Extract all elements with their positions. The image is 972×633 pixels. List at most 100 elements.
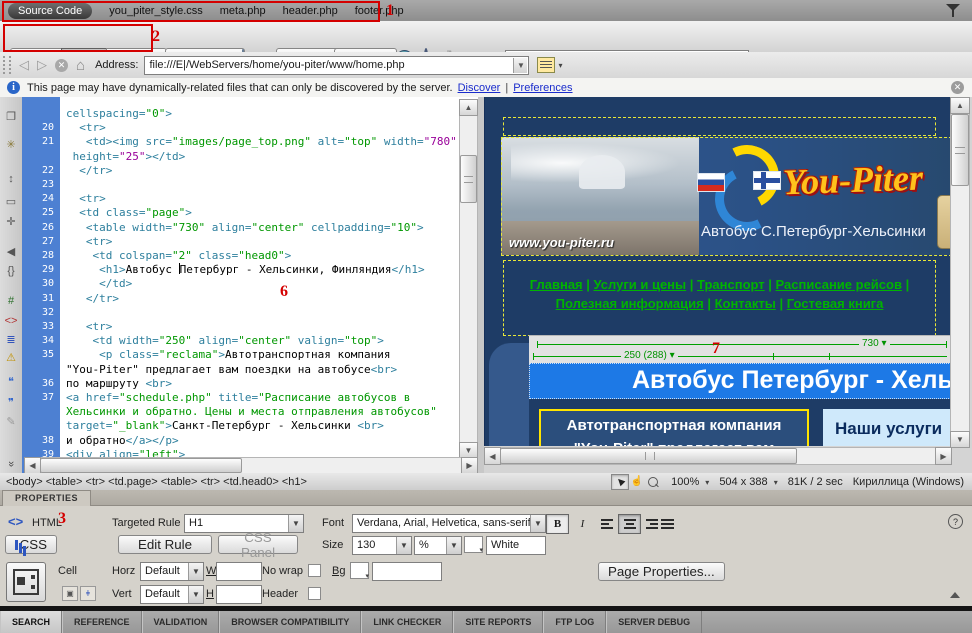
bold-button[interactable]: B xyxy=(546,514,569,534)
nav-link[interactable]: Гостевая книга xyxy=(787,296,884,311)
collapse-panel-icon[interactable] xyxy=(950,592,960,598)
tag-selector[interactable]: <body> <table> <tr> <td.page> <table> <t… xyxy=(6,476,307,488)
code-scrollbar-thumb[interactable] xyxy=(460,155,477,203)
code-line[interactable]: 26 <table width="730" align="center" cel… xyxy=(22,221,472,235)
size-select[interactable]: 130▼ xyxy=(352,536,412,555)
syntax-error-alerts-icon[interactable]: <> xyxy=(0,315,22,327)
edit-rule-button[interactable]: Edit Rule xyxy=(118,535,212,554)
close-info-bar-icon[interactable]: ✕ xyxy=(951,81,964,94)
page-heading-banner[interactable]: Автобус Петербург - Хельсинки xyxy=(529,363,951,399)
discover-link[interactable]: Discover xyxy=(458,82,501,94)
nav-link[interactable]: Полезная информация xyxy=(556,296,704,311)
design-scroll-up-icon[interactable]: ▲ xyxy=(950,97,970,114)
design-canvas[interactable]: You-Piter Автобус С.Петербург-Хельсинки … xyxy=(484,97,951,446)
bg-color-swatch[interactable] xyxy=(350,562,369,579)
balance-braces-icon[interactable]: {} xyxy=(0,265,22,277)
tag-selector-item[interactable]: <body> xyxy=(6,476,43,488)
code-line[interactable]: 32 xyxy=(22,306,472,320)
code-line[interactable]: height="25"></td> xyxy=(22,150,472,164)
code-line[interactable]: 25 <td class="page"> xyxy=(22,206,472,220)
code-line[interactable]: 30 </td> xyxy=(22,277,472,291)
code-line[interactable]: 36по маршруту <br> xyxy=(22,377,472,391)
expand-all-icon[interactable]: ✛ xyxy=(0,215,22,228)
font-select[interactable]: Verdana, Arial, Helvetica, sans-serif▼ xyxy=(352,514,546,533)
home-icon[interactable]: ⌂ xyxy=(76,57,85,74)
tag-selector-item[interactable]: <table> xyxy=(43,476,83,488)
page-properties-button[interactable]: Page Properties... xyxy=(598,562,725,581)
nav-link[interactable]: Контакты xyxy=(715,296,776,311)
auto-indent-icon[interactable]: ≣ xyxy=(0,333,22,346)
code-line[interactable]: 35 <p class="reclama">Автотранспортная к… xyxy=(22,348,472,362)
css-mode-button[interactable]: CSS xyxy=(5,535,57,554)
code-hscrollbar-thumb[interactable] xyxy=(40,458,242,473)
no-wrap-checkbox[interactable] xyxy=(308,564,321,577)
merge-cells-icon[interactable]: ▣ xyxy=(62,586,78,601)
view-options-icon[interactable] xyxy=(537,57,555,73)
tag-selector-item[interactable]: <tr> xyxy=(197,476,220,488)
address-input[interactable]: file:///E|/WebServers/home/you-piter/www… xyxy=(144,56,529,75)
select-parent-tag-icon[interactable]: ◀ xyxy=(0,245,22,258)
forward-icon[interactable]: ▷ xyxy=(37,57,47,73)
related-file-tab[interactable]: footer.php xyxy=(355,5,404,17)
results-tab-site-reports[interactable]: SITE REPORTS xyxy=(453,611,543,633)
results-tab-browser-compatibility[interactable]: BROWSER COMPATIBILITY xyxy=(219,611,361,633)
html-mode-label[interactable]: HTML xyxy=(32,517,62,529)
nav-link[interactable]: Услуги и цены xyxy=(594,277,687,292)
code-line[interactable]: 31 </tr> xyxy=(22,292,472,306)
source-code-tab[interactable]: Source Code xyxy=(8,3,92,19)
code-scroll-right-icon[interactable]: ▶ xyxy=(461,457,478,473)
nav-link[interactable]: Расписание рейсов xyxy=(776,277,902,292)
h-input[interactable] xyxy=(216,585,262,604)
column-width-bar-250[interactable] xyxy=(533,356,947,357)
design-scroll-right-icon[interactable]: ▶ xyxy=(935,447,952,465)
code-navigator-icon[interactable]: ✳ xyxy=(0,138,22,151)
services-box[interactable]: Наши услуги xyxy=(823,409,951,446)
design-hscrollbar-thumb[interactable] xyxy=(500,448,797,464)
font-color-input[interactable]: White xyxy=(486,536,546,555)
tag-selector-item[interactable]: <td.page> xyxy=(105,476,158,488)
tag-selector-item[interactable]: <tr> xyxy=(82,476,105,488)
reclama-box[interactable]: Автотранспортная компания "You-Piter" пр… xyxy=(539,409,809,446)
code-line[interactable]: 24 <tr> xyxy=(22,192,472,206)
zoom-tool-icon[interactable] xyxy=(645,475,661,489)
collapse-selection-icon[interactable]: ▭ xyxy=(0,195,22,208)
address-dropdown-icon[interactable]: ▼ xyxy=(513,58,527,73)
code-line[interactable]: 33 <tr> xyxy=(22,320,472,334)
results-tab-link-checker[interactable]: LINK CHECKER xyxy=(361,611,453,633)
design-scrollbar-thumb[interactable] xyxy=(951,114,969,186)
back-icon[interactable]: ◁ xyxy=(19,57,29,73)
code-line[interactable]: 37<a href="schedule.php" title="Расписан… xyxy=(22,391,472,405)
tag-selector-item[interactable]: <td.head0> xyxy=(220,476,279,488)
help-icon[interactable]: ? xyxy=(948,514,963,529)
split-cell-icon[interactable]: ǂ xyxy=(80,586,96,601)
magnification-select[interactable]: 100% ▾ xyxy=(671,476,709,488)
vert-select[interactable]: Default▼ xyxy=(140,585,204,604)
hand-tool-icon[interactable]: ☝ xyxy=(629,475,645,489)
related-file-tab[interactable]: meta.php xyxy=(220,5,266,17)
code-scroll-up-icon[interactable]: ▲ xyxy=(459,99,478,116)
code-line[interactable]: 23 xyxy=(22,178,472,192)
code-line[interactable]: cellspacing="0"> xyxy=(22,107,472,121)
horz-select[interactable]: Default▼ xyxy=(140,562,204,581)
nav-link[interactable]: Главная xyxy=(530,277,583,292)
window-size-select[interactable]: 504 x 388 ▾ xyxy=(719,476,777,488)
format-source-code-icon[interactable]: ✎ xyxy=(0,415,22,428)
table-width-730-menu[interactable]: 730 ▾ xyxy=(859,338,890,349)
html-mode-icon[interactable]: <> xyxy=(8,514,23,529)
code-scroll-left-icon[interactable]: ◀ xyxy=(24,457,41,473)
preferences-link[interactable]: Preferences xyxy=(513,82,572,94)
tag-selector-item[interactable]: <table> xyxy=(158,476,198,488)
code-line[interactable]: target="_blank">Санкт-Петербург - Хельси… xyxy=(22,419,472,433)
apply-comment-icon[interactable]: ❝ xyxy=(0,375,22,388)
code-vertical-scrollbar[interactable] xyxy=(459,99,478,459)
design-scroll-down-icon[interactable]: ▼ xyxy=(950,431,970,448)
results-tab-reference[interactable]: REFERENCE xyxy=(62,611,142,633)
font-color-swatch[interactable] xyxy=(464,536,483,553)
related-file-tab[interactable]: header.php xyxy=(283,5,338,17)
design-view[interactable]: You-Piter Автобус С.Петербург-Хельсинки … xyxy=(484,97,972,473)
code-line[interactable]: 38и обратно</a></p> xyxy=(22,434,472,448)
code-line[interactable]: "You-Piter" предлагает вам поездки на ав… xyxy=(22,363,472,377)
size-unit-select[interactable]: %▼ xyxy=(414,536,462,555)
column-width-250-menu[interactable]: 250 (288) ▾ xyxy=(621,350,678,361)
related-file-tab[interactable]: you_piter_style.css xyxy=(109,5,203,17)
